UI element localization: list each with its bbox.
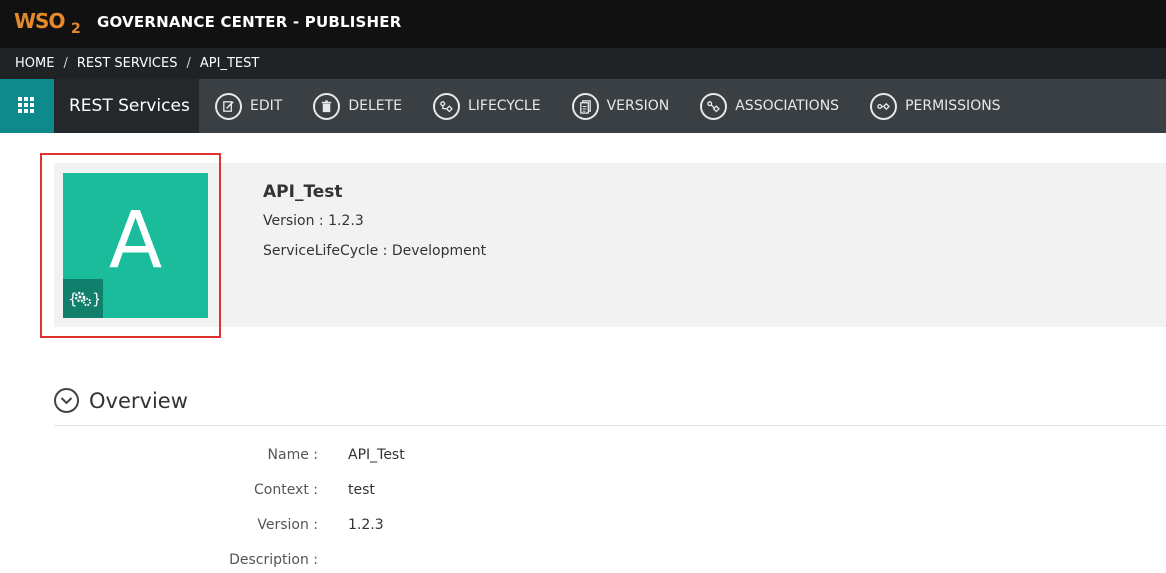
field-label-name: Name : bbox=[267, 447, 318, 463]
breadcrumb-current: API_TEST bbox=[199, 56, 260, 71]
action-bar: REST Services EDIT DELETE LIFECYCLE VERS… bbox=[0, 79, 1166, 133]
wso2-logo[interactable]: WSO 2 bbox=[14, 7, 84, 41]
breadcrumb-rest-services[interactable]: REST SERVICES bbox=[77, 56, 178, 71]
associations-button[interactable]: ASSOCIATIONS bbox=[700, 79, 839, 133]
asset-lifecycle-state: ServiceLifeCycle : Development bbox=[263, 243, 487, 259]
edit-label: EDIT bbox=[250, 98, 283, 114]
delete-button[interactable]: DELETE bbox=[313, 79, 402, 133]
thumbnail-highlight-box bbox=[40, 153, 221, 338]
breadcrumb: HOME / REST SERVICES / API_TEST bbox=[0, 48, 1166, 79]
edit-icon bbox=[215, 92, 242, 120]
edit-button[interactable]: EDIT bbox=[215, 79, 282, 133]
trash-icon bbox=[313, 92, 341, 120]
permissions-label: PERMISSIONS bbox=[905, 98, 1001, 114]
app-menu-button[interactable] bbox=[0, 79, 54, 133]
field-value-name: API_Test bbox=[348, 447, 405, 463]
breadcrumb-separator: / bbox=[186, 56, 191, 71]
permissions-icon bbox=[870, 92, 898, 120]
lifecycle-button[interactable]: LIFECYCLE bbox=[432, 79, 541, 133]
breadcrumb-separator: / bbox=[63, 56, 68, 71]
overview-title: Overview bbox=[89, 388, 188, 413]
app-title: GOVERNANCE CENTER - PUBLISHER bbox=[97, 13, 402, 31]
field-label-version: Version : bbox=[257, 517, 318, 533]
field-label-description: Description : bbox=[229, 552, 318, 568]
section-title[interactable]: REST Services bbox=[54, 79, 199, 133]
logo-text: WSO bbox=[14, 9, 65, 33]
grid-icon bbox=[18, 97, 35, 114]
asset-name: API_Test bbox=[263, 182, 343, 202]
associations-label: ASSOCIATIONS bbox=[735, 98, 840, 114]
delete-label: DELETE bbox=[348, 98, 402, 114]
associations-icon bbox=[700, 92, 728, 120]
version-icon bbox=[571, 92, 599, 120]
chevron-down-icon bbox=[54, 388, 79, 413]
overview-toggle[interactable]: Overview bbox=[54, 388, 188, 413]
overview-divider bbox=[54, 425, 1166, 426]
version-button[interactable]: VERSION bbox=[571, 79, 670, 133]
version-label: VERSION bbox=[606, 98, 670, 114]
lifecycle-icon bbox=[432, 92, 460, 120]
permissions-button[interactable]: PERMISSIONS bbox=[870, 79, 1001, 133]
field-value-version: 1.2.3 bbox=[348, 517, 384, 533]
breadcrumb-home[interactable]: HOME bbox=[15, 56, 54, 71]
top-header: WSO 2 GOVERNANCE CENTER - PUBLISHER bbox=[0, 0, 1166, 48]
field-value-context: test bbox=[348, 482, 375, 498]
lifecycle-label: LIFECYCLE bbox=[467, 98, 541, 114]
logo-subscript: 2 bbox=[71, 21, 81, 37]
asset-version: Version : 1.2.3 bbox=[263, 213, 364, 229]
field-label-context: Context : bbox=[253, 482, 318, 498]
